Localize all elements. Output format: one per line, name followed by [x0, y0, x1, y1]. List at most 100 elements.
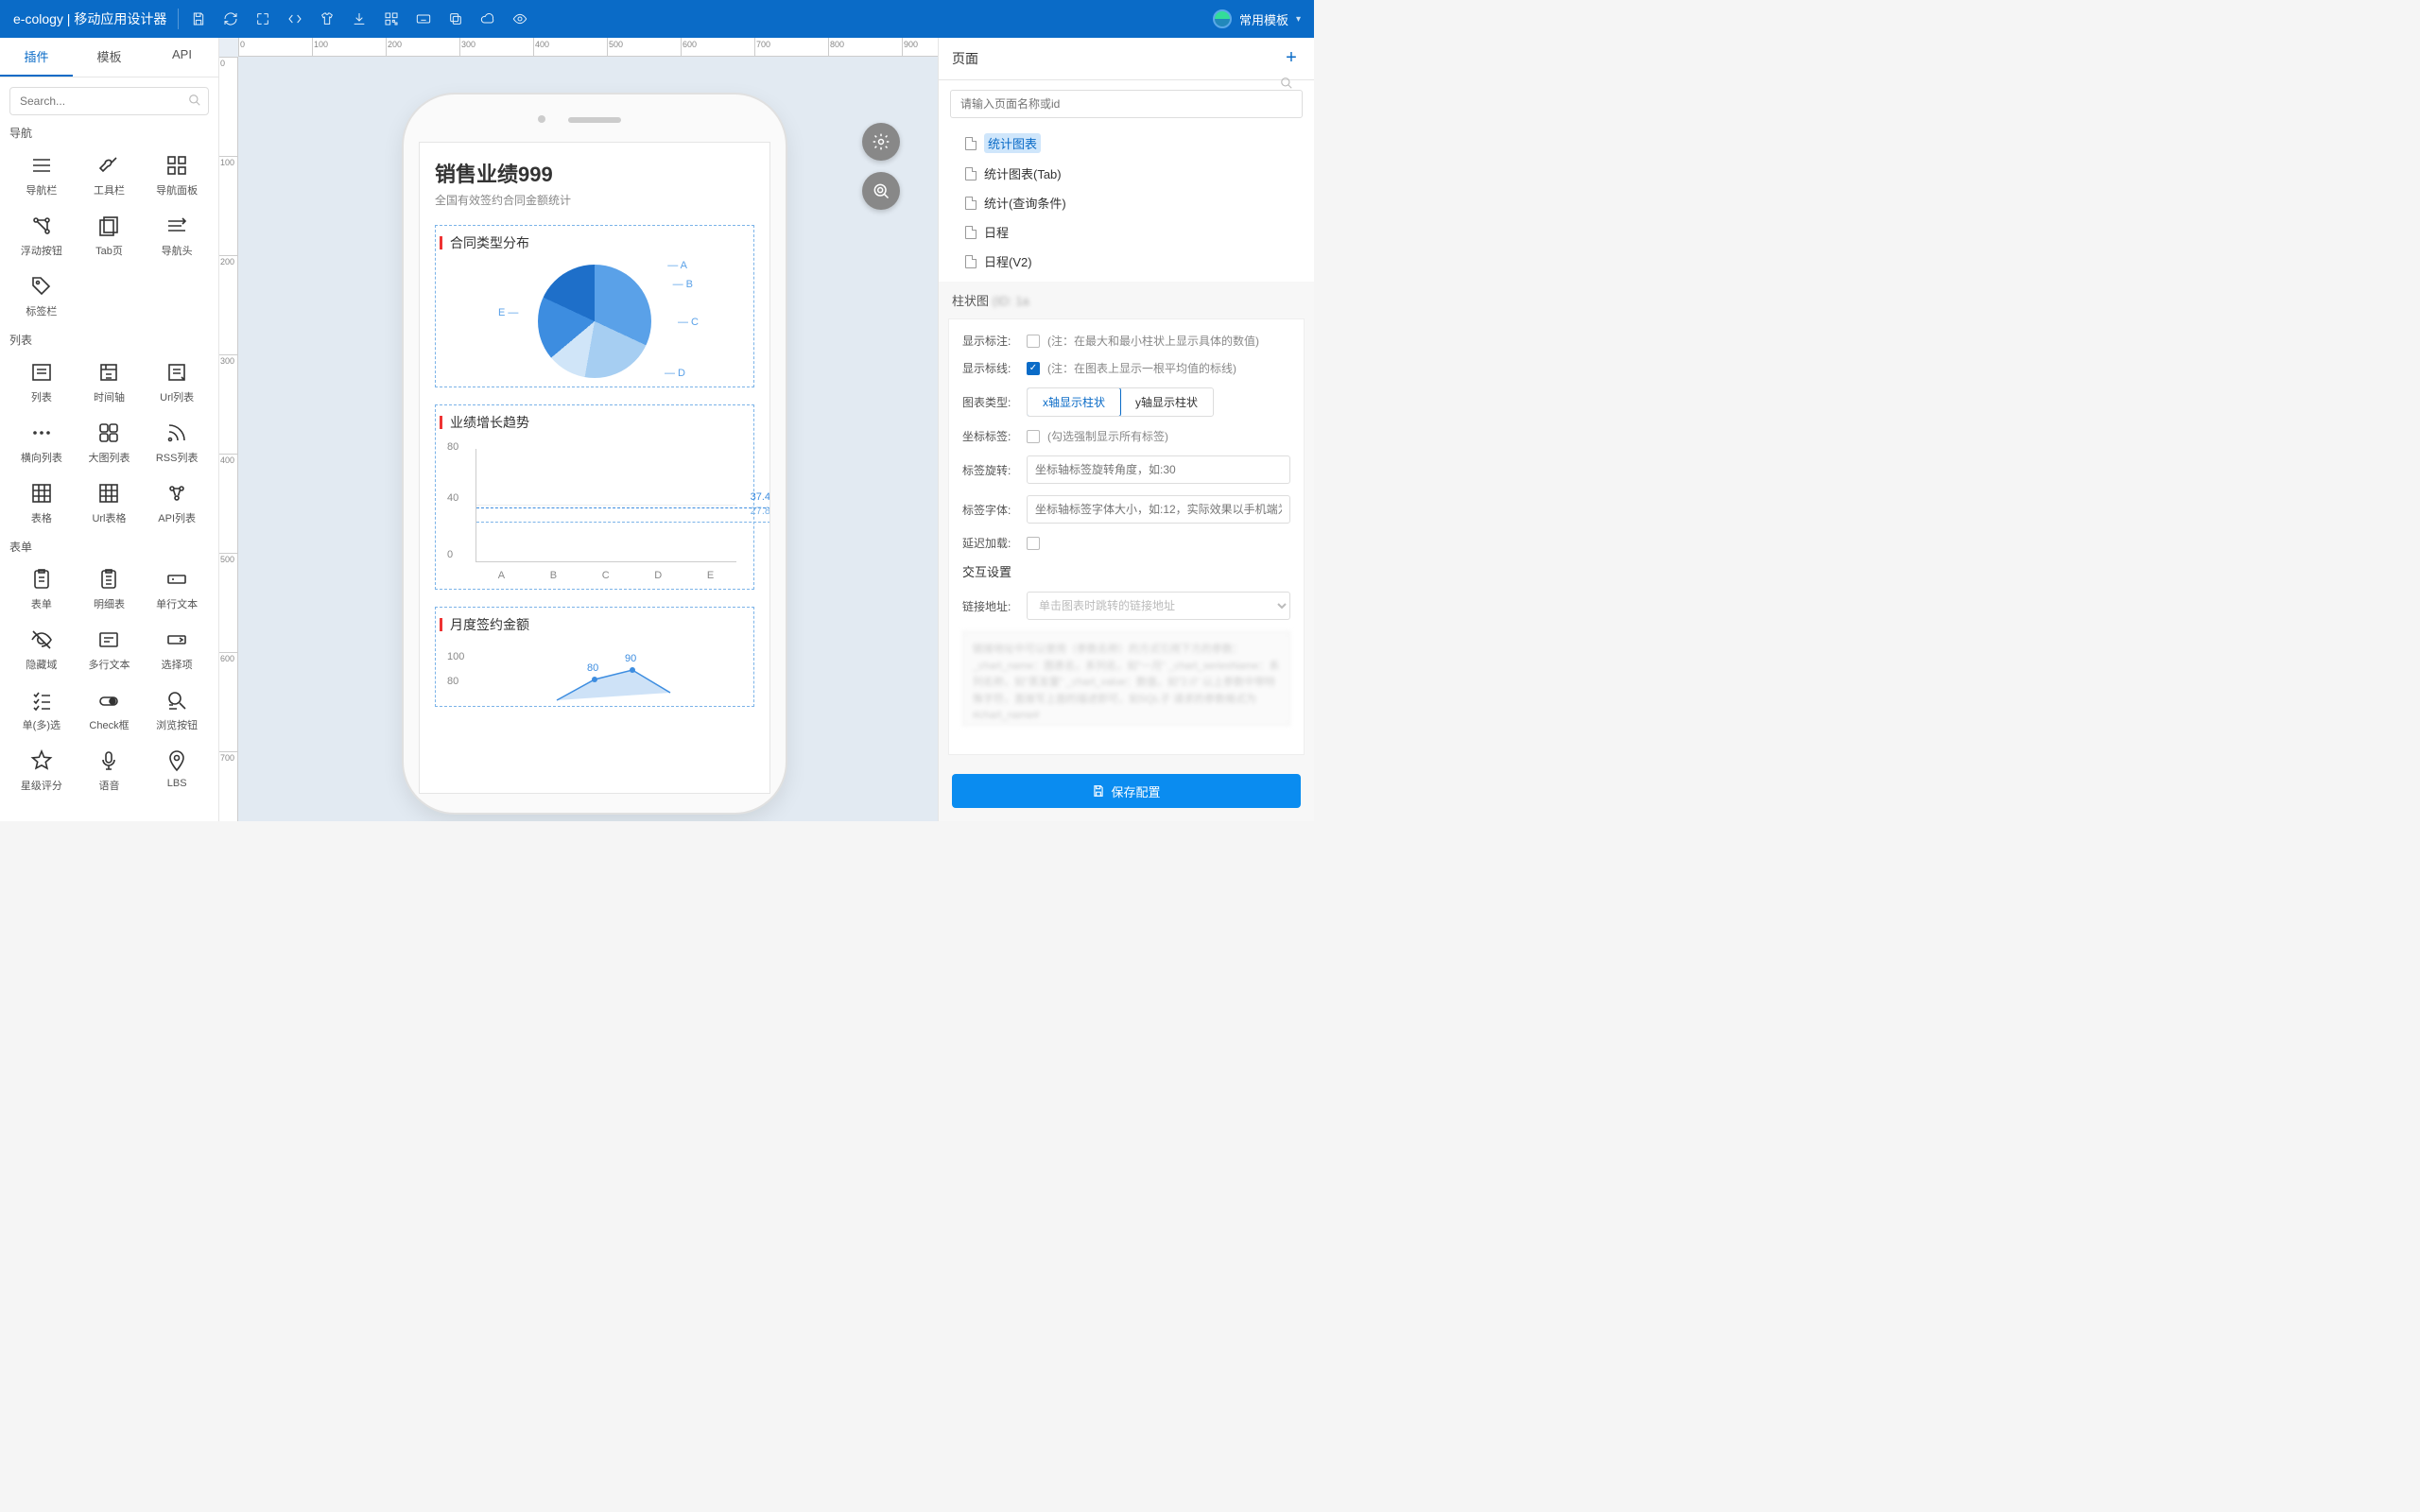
- eye-icon[interactable]: [511, 10, 528, 27]
- search-input[interactable]: [9, 87, 209, 115]
- canvas[interactable]: 0100200300400500600700800900 01002003004…: [219, 38, 938, 821]
- checkbox-show-label[interactable]: [1027, 335, 1040, 348]
- palette-item[interactable]: Tab页: [78, 207, 142, 264]
- bar-title: 业绩增长趋势: [450, 413, 529, 432]
- file-icon: [965, 167, 977, 180]
- pie-title: 合同类型分布: [450, 233, 529, 252]
- refresh-icon[interactable]: [222, 10, 239, 27]
- palette-item[interactable]: 工具栏: [78, 146, 142, 203]
- line-chart: 100 80 80 90: [443, 645, 746, 702]
- palette-item[interactable]: Check框: [78, 681, 142, 738]
- ruler-horizontal: 0100200300400500600700800900: [238, 38, 938, 57]
- section-form-title: 表单: [9, 539, 209, 555]
- download-icon[interactable]: [351, 10, 368, 27]
- search-icon: [188, 94, 201, 110]
- left-tabs: 插件 模板 API: [0, 38, 218, 77]
- save-config-button[interactable]: 保存配置: [952, 774, 1301, 808]
- properties-panel: 显示标注: (注：在最大和最小柱状上显示具体的数值) 显示标线: (注：在图表上…: [948, 318, 1305, 755]
- page-search-input[interactable]: [950, 90, 1303, 118]
- palette-item[interactable]: 导航头: [145, 207, 209, 264]
- search-icon: [1280, 77, 1293, 93]
- select-link[interactable]: 单击图表时跳转的链接地址: [1027, 592, 1290, 620]
- page-list: 统计图表统计图表(Tab)统计(查询条件)日程日程(V2): [939, 128, 1314, 282]
- copy-icon[interactable]: [447, 10, 464, 27]
- line-title: 月度签约金额: [450, 615, 529, 634]
- palette-item[interactable]: 星级评分: [9, 742, 74, 799]
- save-icon[interactable]: [190, 10, 207, 27]
- page-item[interactable]: 统计图表(Tab): [939, 159, 1314, 188]
- page-item[interactable]: 日程: [939, 217, 1314, 247]
- avatar: [1213, 9, 1232, 28]
- page-item[interactable]: 日程(V2): [939, 247, 1314, 276]
- cloud-icon[interactable]: [479, 10, 496, 27]
- palette-item[interactable]: 标签栏: [9, 267, 74, 324]
- chart-type-segment: x轴显示柱状 y轴显示柱状: [1027, 387, 1214, 417]
- file-icon: [965, 137, 977, 150]
- palette-item[interactable]: 列表: [9, 353, 74, 410]
- palette-item[interactable]: 明细表: [78, 560, 142, 617]
- canvas-tools: [862, 123, 900, 210]
- palette-item[interactable]: 单行文本: [145, 560, 209, 617]
- right-panel: 页面 + 统计图表统计图表(Tab)统计(查询条件)日程日程(V2) 柱状图 (…: [938, 38, 1314, 821]
- user-menu[interactable]: 常用模板 ▾: [1213, 9, 1301, 28]
- section-nav-title: 导航: [9, 125, 209, 141]
- expand-icon[interactable]: [254, 10, 271, 27]
- settings-button[interactable]: [862, 123, 900, 161]
- help-text: 链接地址中可以使用（参数名称）的方式引用下方的参数：_chart_name：图表…: [962, 631, 1290, 726]
- section-pie[interactable]: 合同类型分布 — A — B — C — D E —: [435, 225, 754, 387]
- palette-item[interactable]: 多行文本: [78, 621, 142, 678]
- palette-item[interactable]: Url列表: [145, 353, 209, 410]
- chevron-down-icon: ▾: [1296, 14, 1301, 25]
- tab-templates[interactable]: 模板: [73, 38, 146, 77]
- seg-y-axis[interactable]: y轴显示柱状: [1120, 388, 1213, 416]
- input-label-rotate[interactable]: [1027, 455, 1290, 484]
- checkbox-lazy-load[interactable]: [1027, 537, 1040, 550]
- selection-meta: 柱状图 (ID: 1a: [939, 282, 1314, 318]
- palette-item[interactable]: API列表: [145, 474, 209, 531]
- ruler-vertical: 0100200300400500600700: [219, 57, 238, 821]
- tab-api[interactable]: API: [146, 38, 218, 77]
- file-icon: [965, 226, 977, 239]
- component-search: [9, 87, 209, 115]
- palette-item[interactable]: 导航栏: [9, 146, 74, 203]
- palette-item[interactable]: 时间轴: [78, 353, 142, 410]
- palette-item[interactable]: 横向列表: [9, 414, 74, 471]
- palette-item[interactable]: 表单: [9, 560, 74, 617]
- palette-item[interactable]: Url表格: [78, 474, 142, 531]
- section-line[interactable]: 月度签约金额 100 80 80: [435, 607, 754, 707]
- top-bar: e-cology | 移动应用设计器 常用模板 ▾: [0, 0, 1314, 38]
- file-icon: [965, 255, 977, 268]
- palette-item[interactable]: 浏览按钮: [145, 681, 209, 738]
- checkbox-show-avg[interactable]: [1027, 362, 1040, 375]
- zoom-button[interactable]: [862, 172, 900, 210]
- prop-lazy-label: 延迟加载:: [962, 535, 1019, 551]
- tab-plugins[interactable]: 插件: [0, 38, 73, 77]
- palette-item[interactable]: 表格: [9, 474, 74, 531]
- palette-item[interactable]: RSS列表: [145, 414, 209, 471]
- add-page-button[interactable]: +: [1282, 49, 1301, 68]
- prop-showlabel-label: 显示标注:: [962, 333, 1019, 349]
- code-icon[interactable]: [286, 10, 303, 27]
- palette-item[interactable]: 大图列表: [78, 414, 142, 471]
- input-label-font[interactable]: [1027, 495, 1290, 524]
- palette-item[interactable]: 隐藏域: [9, 621, 74, 678]
- phone-screen[interactable]: 销售业绩999 全国有效签约合同金额统计 合同类型分布 — A — B — C: [419, 142, 770, 794]
- page-item[interactable]: 统计(查询条件): [939, 188, 1314, 217]
- section-bar[interactable]: 业绩增长趋势 37.4 27.8 0: [435, 404, 754, 590]
- seg-x-axis[interactable]: x轴显示柱状: [1027, 387, 1121, 417]
- palette-item[interactable]: 浮动按钮: [9, 207, 74, 264]
- palette-item[interactable]: 语音: [78, 742, 142, 799]
- tshirt-icon[interactable]: [319, 10, 336, 27]
- palette-item[interactable]: 选择项: [145, 621, 209, 678]
- palette-item[interactable]: 导航面板: [145, 146, 209, 203]
- toolbar-icons: [190, 10, 528, 27]
- palette-item[interactable]: LBS: [145, 742, 209, 799]
- qrcode-icon[interactable]: [383, 10, 400, 27]
- separator: [178, 9, 179, 29]
- page-item[interactable]: 统计图表: [939, 128, 1314, 159]
- bar-chart: 37.4 27.8 0 40 80 ABCDE: [443, 443, 746, 585]
- palette-item[interactable]: 单(多)选: [9, 681, 74, 738]
- pie-chart: [538, 265, 651, 378]
- keyboard-icon[interactable]: [415, 10, 432, 27]
- checkbox-axis-label[interactable]: [1027, 430, 1040, 443]
